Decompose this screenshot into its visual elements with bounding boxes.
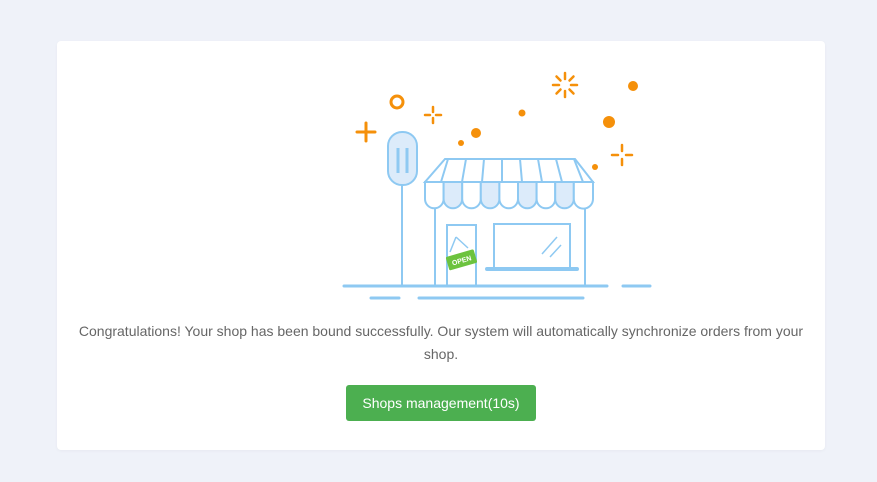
- success-card: OPEN Congratulations! Your shop has been…: [57, 41, 825, 450]
- open-sign-icon: OPEN: [445, 249, 477, 271]
- shops-management-button[interactable]: Shops management(10s): [346, 385, 536, 421]
- success-message: Congratulations! Your shop has been boun…: [78, 323, 804, 362]
- shop-storefront-illustration: OPEN: [342, 71, 652, 300]
